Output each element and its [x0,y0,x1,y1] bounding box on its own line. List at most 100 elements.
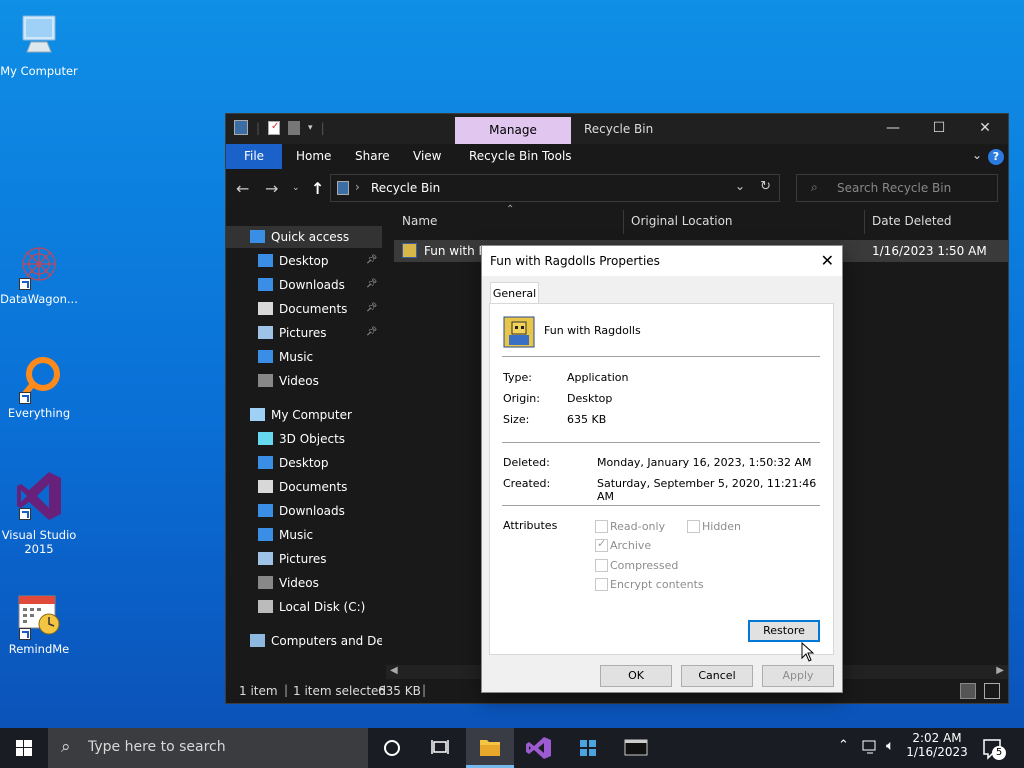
minimize-button[interactable]: — [870,114,916,144]
sidebar-item[interactable]: Desktop [258,452,329,474]
tab-general[interactable]: General [490,282,539,304]
desktop-icon-label: Everything [7,406,71,420]
refresh-icon[interactable]: ↻ [760,179,771,194]
file-name-cell: Fun with R [424,244,487,258]
visual-studio-taskbar-button[interactable] [514,728,562,768]
ok-button[interactable]: OK [600,665,672,687]
calendar-clock-icon [15,590,63,640]
taskbar-search-input[interactable]: ⌕ Type here to search [48,728,368,768]
sidebar-item[interactable]: 3D Objects [258,428,345,450]
search-input[interactable]: ⌕ Search Recycle Bin [796,174,998,202]
sidebar-item[interactable]: Music [258,524,313,546]
archive-checkbox[interactable] [595,537,608,552]
desktop-icon-everything[interactable]: Everything [0,354,78,420]
properties-icon[interactable]: ✓ [268,120,281,135]
notification-center-button[interactable]: 5 [980,728,1008,768]
desktop-icon-my-computer[interactable]: My Computer [0,12,78,78]
task-view-button[interactable] [416,728,464,768]
help-icon[interactable]: ? [988,149,1004,165]
desktop-icon-datawagon[interactable]: DataWagon... [0,240,78,306]
item-count: 1 item [239,684,278,698]
scroll-right-icon[interactable]: ▶ [996,665,1004,676]
scroll-left-icon[interactable]: ◀ [390,665,398,676]
qat-dropdown-icon[interactable]: ▾ [308,123,313,133]
deleted-value: Monday, January 16, 2023, 1:50:32 AM [597,456,812,469]
file-explorer-taskbar-button[interactable] [466,728,514,768]
recycle-bin-icon [234,120,248,135]
sidebar-item[interactable]: Videos [258,572,319,594]
details-view-icon[interactable] [960,683,976,699]
start-button[interactable] [0,728,48,768]
sidebar-item[interactable]: Desktop [258,250,329,272]
tab-recycle-bin-tools[interactable]: Recycle Bin Tools [469,144,572,169]
sidebar-item[interactable]: Local Disk (C:) [258,596,365,618]
tab-home[interactable]: Home [296,144,331,169]
expand-ribbon-icon[interactable]: ⌄ [972,148,982,162]
recent-locations-icon[interactable]: ⌄ [292,183,300,193]
datawagon-taskbar-button[interactable] [564,728,612,768]
dialog-title-bar[interactable]: Fun with Ragdolls Properties ✕ [482,246,842,276]
terminal-taskbar-button[interactable] [612,728,660,768]
pin-icon: 📌︎ [366,327,378,337]
new-folder-icon[interactable] [288,120,301,135]
sidebar-item[interactable]: Documents [258,476,347,498]
sidebar-item[interactable]: Videos [258,370,319,392]
column-header-name[interactable]: Name [402,214,437,234]
sidebar-item[interactable]: Quick access [226,226,382,248]
sidebar-item[interactable]: Pictures [258,548,327,570]
cube-icon [258,432,273,445]
cortana-button[interactable] [368,728,416,768]
restore-button[interactable]: Restore [748,620,820,642]
manage-contextual-tab[interactable]: Manage [455,117,571,144]
sidebar-item-label: Pictures [279,552,327,566]
sidebar-item-label: Local Disk (C:) [279,600,366,614]
back-button[interactable]: ← [236,179,249,198]
network-icon[interactable] [862,739,880,768]
dialog-close-button[interactable]: ✕ [821,251,834,270]
star-icon [250,230,265,243]
hidden-checkbox[interactable] [687,520,700,533]
taskbar: ⌕ Type here to search ⌃ 🔈︎ 2:02 AM 1/16/… [0,728,1024,768]
apply-button[interactable]: Apply [762,665,834,687]
desktop-icon-remindme[interactable]: RemindMe [0,590,78,656]
tab-share[interactable]: Share [355,144,390,169]
column-header-date-deleted[interactable]: Date Deleted [872,214,952,234]
address-bar[interactable]: › Recycle Bin ⌄ ↻ [330,174,780,202]
large-icons-view-icon[interactable] [984,683,1000,699]
column-header-original-location[interactable]: Original Location [631,214,733,234]
read-only-checkbox[interactable] [595,520,608,533]
network-icon [250,634,265,647]
encrypt-checkbox[interactable] [595,578,608,591]
volume-icon[interactable]: 🔈︎ [886,738,894,768]
maximize-button[interactable]: ☐ [916,114,962,144]
puzzle-icon [580,740,596,756]
sidebar-item[interactable]: Pictures [258,322,327,344]
address-row: ← → ⌄ ↑ › Recycle Bin ⌄ ↻ ⌕ Search Recyc… [226,169,1008,209]
sidebar-item[interactable]: Downloads [258,500,345,522]
sidebar-item[interactable]: Music [258,346,313,368]
pin-icon: 📌︎ [366,255,378,265]
pin-icon: 📌︎ [366,279,378,289]
tab-view[interactable]: View [413,144,441,169]
clock[interactable]: 2:02 AM 1/16/2023 [904,728,970,768]
compressed-checkbox[interactable] [595,559,608,572]
sidebar-item[interactable]: Downloads [258,274,345,296]
show-hidden-icons-button[interactable]: ⌃ [838,738,849,768]
sidebar-item[interactable]: Documents [258,298,347,320]
title-bar[interactable]: | ✓ ▾ | Manage Recycle Bin — ☐ ✕ [226,114,1008,144]
address-dropdown-icon[interactable]: ⌄ [735,179,745,193]
computer-icon [15,12,63,60]
tab-file[interactable]: File [226,144,282,169]
search-icon: ⌕ [61,737,71,757]
up-button[interactable]: ↑ [311,179,324,198]
desktop-icon-visual-studio[interactable]: Visual Studio 2015 [0,470,78,556]
desktop-icon-label: RemindMe [8,642,70,656]
close-button[interactable]: ✕ [962,114,1008,144]
sidebar-item[interactable]: Computers and Devic [250,630,382,652]
shortcut-arrow-icon [19,392,31,404]
breadcrumb[interactable]: Recycle Bin [371,181,440,195]
cancel-button[interactable]: Cancel [681,665,753,687]
sidebar-item-label: Documents [279,480,348,494]
sidebar-item[interactable]: My Computer [250,404,352,426]
forward-button[interactable]: → [265,179,278,198]
